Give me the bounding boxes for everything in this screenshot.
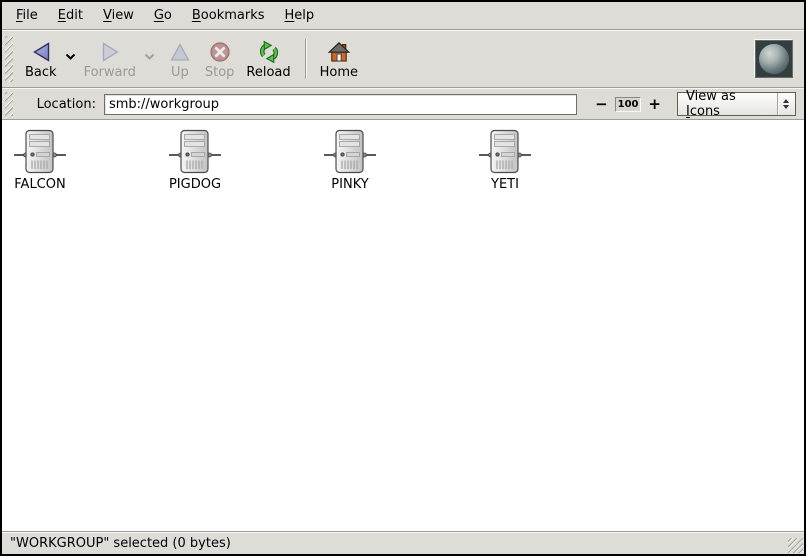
- reload-button[interactable]: Reload: [240, 36, 296, 82]
- location-bar-drag-handle[interactable]: [5, 92, 13, 116]
- dropdown-arrows-icon: [777, 93, 795, 115]
- menu-file[interactable]: File: [6, 3, 48, 28]
- resize-grip-icon[interactable]: [788, 538, 803, 553]
- toolbar-drag-handle[interactable]: [5, 36, 13, 82]
- status-text: "WORKGROUP" selected (0 bytes): [10, 536, 231, 551]
- server-icon: [324, 129, 376, 175]
- reload-icon: [256, 38, 282, 65]
- zoom-in-button[interactable]: +: [644, 97, 665, 112]
- throbber-globe-icon: [759, 44, 789, 74]
- server-item-pinky[interactable]: PINKY: [312, 129, 388, 192]
- up-button: Up: [161, 36, 199, 82]
- menu-help[interactable]: Help: [275, 3, 325, 28]
- menu-edit[interactable]: Edit: [48, 3, 93, 28]
- file-manager-window: File Edit View Go Bookmarks Help Back: [0, 0, 806, 556]
- server-label: FALCON: [14, 178, 65, 192]
- menu-bookmarks[interactable]: Bookmarks: [182, 3, 275, 28]
- back-icon: [28, 38, 54, 65]
- menu-go[interactable]: Go: [144, 3, 182, 28]
- view-as-label: View as Icons: [686, 89, 769, 119]
- location-label: Location:: [37, 97, 96, 112]
- server-label: PIGDOG: [169, 178, 221, 192]
- up-icon: [167, 38, 193, 65]
- toolbar-separator: [305, 39, 306, 79]
- home-icon: [326, 38, 352, 65]
- server-icon: [14, 129, 66, 175]
- zoom-out-button[interactable]: −: [591, 97, 612, 112]
- back-history-chevron-icon[interactable]: [65, 49, 76, 64]
- server-item-falcon[interactable]: FALCON: [2, 129, 78, 192]
- server-item-yeti[interactable]: YETI: [467, 129, 543, 192]
- menu-view[interactable]: View: [93, 3, 144, 28]
- throbber: [755, 40, 793, 78]
- server-label: PINKY: [331, 178, 368, 192]
- forward-button: Forward: [78, 36, 142, 82]
- location-input[interactable]: [104, 94, 577, 115]
- zoom-level: 100: [615, 97, 642, 112]
- toolbar: Back Forward Up: [2, 30, 804, 88]
- icon-view: FALCON PIGDOG: [2, 120, 804, 531]
- server-item-pigdog[interactable]: PIGDOG: [157, 129, 233, 192]
- view-as-dropdown[interactable]: View as Icons: [677, 92, 796, 116]
- server-label: YETI: [491, 178, 519, 192]
- home-button[interactable]: Home: [314, 36, 364, 82]
- server-icon: [479, 129, 531, 175]
- location-bar: Location: − 100 + View as Icons: [2, 88, 804, 120]
- status-bar: "WORKGROUP" selected (0 bytes): [2, 531, 804, 554]
- server-icon: [169, 129, 221, 175]
- stop-icon: [207, 38, 233, 65]
- stop-button: Stop: [199, 36, 241, 82]
- back-button[interactable]: Back: [19, 36, 63, 82]
- forward-history-chevron-icon: [144, 49, 155, 64]
- menu-bar: File Edit View Go Bookmarks Help: [2, 2, 804, 30]
- forward-icon: [97, 38, 123, 65]
